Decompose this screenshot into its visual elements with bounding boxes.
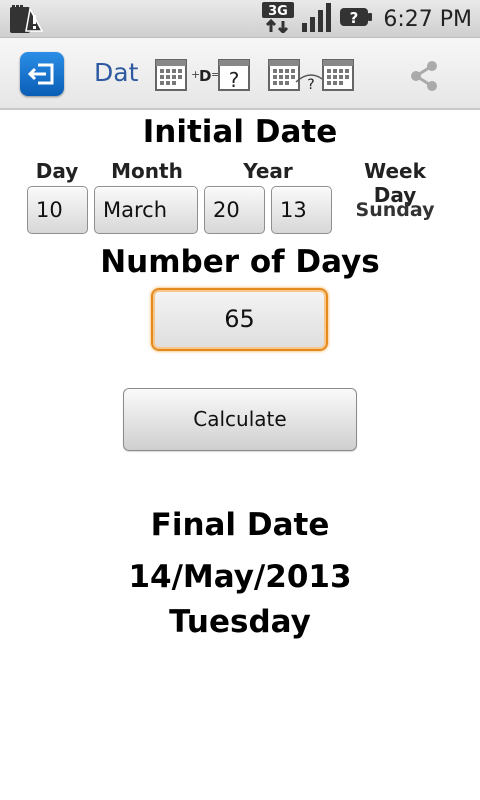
initial-weekday-value: Sunday (355, 199, 435, 221)
final-date-heading: Final Date (150, 507, 330, 543)
initial-date-heading: Initial Date (142, 114, 338, 150)
app-title: Dat (94, 58, 139, 87)
share-icon[interactable] (408, 60, 440, 96)
action-bar: Dat + D = ? ? (0, 38, 480, 110)
year-century-picker[interactable]: 20 (204, 186, 265, 234)
calendar-plus-days-icon: + D = ? (155, 59, 250, 92)
svg-text:?: ? (350, 9, 359, 27)
tab-add-days[interactable]: + D = ? (155, 56, 250, 96)
add-tab-glyph: D (199, 67, 211, 85)
network-3g-icon: 3G (261, 1, 295, 37)
status-bar: 3G ? 6:27 PM (0, 0, 480, 38)
final-weekday-value: Tuesday (169, 604, 311, 640)
calendar-difference-icon: ? (268, 59, 354, 93)
month-picker[interactable]: March (94, 186, 198, 234)
year-label: Year (243, 159, 293, 183)
sd-card-warning-icon (8, 3, 44, 39)
month-label: Month (111, 159, 183, 183)
number-of-days-heading: Number of Days (100, 244, 380, 280)
number-of-days-input[interactable]: 65 (151, 288, 328, 351)
calculate-button[interactable]: Calculate (123, 388, 357, 451)
network-label: 3G (268, 4, 288, 19)
day-picker[interactable]: 10 (27, 186, 88, 234)
year-digits-picker[interactable]: 13 (271, 186, 332, 234)
signal-strength-icon (301, 1, 333, 37)
day-label: Day (35, 159, 79, 183)
final-date-value: 14/May/2013 (128, 559, 352, 595)
battery-unknown-icon: ? (339, 1, 373, 37)
tab-days-between[interactable]: ? (268, 56, 354, 96)
app-exit-icon[interactable] (20, 52, 64, 96)
add-tab-question: ? (229, 68, 240, 92)
clock: 6:27 PM (383, 6, 472, 32)
diff-tab-question: ? (307, 77, 314, 92)
